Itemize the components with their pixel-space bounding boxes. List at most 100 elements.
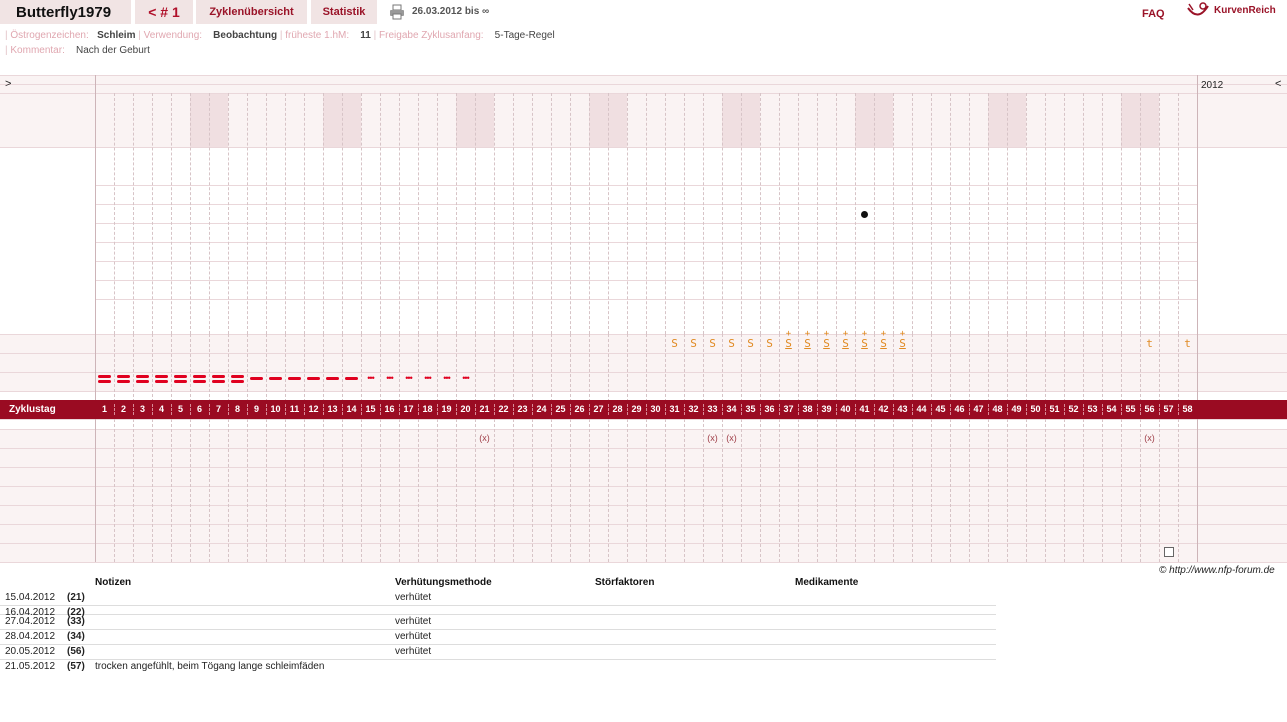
top-bar: Butterfly1979 < # 1 Zyklenübersicht Stat… [0,0,1287,26]
cycle-day-number: 13 [327,404,338,414]
cycle-day-label: Zyklustag [9,404,56,415]
day-divider [817,93,818,334]
cycle-day-number: 44 [916,404,927,414]
cell-method: verhütet [395,592,432,603]
day-divider [798,93,799,334]
day-divider [437,334,438,562]
cycle-day-separator [627,404,628,415]
cell-day: (33) [67,616,85,627]
day-divider [684,334,685,562]
chart-nav-next[interactable]: < [1275,78,1281,90]
temperature-point [861,210,868,218]
cycle-day-number: 17 [403,404,414,414]
weekend-column [342,93,361,147]
day-divider [285,93,286,334]
cycle-day-separator [1007,404,1008,415]
printer-icon[interactable] [389,4,405,20]
cycle-day-number: 33 [707,404,718,414]
day-divider [570,93,571,334]
weekend-column [475,93,494,147]
method-col-header: Verhütungsmethode [395,577,492,588]
cycle-day-number: 43 [897,404,908,414]
day-divider [627,334,628,562]
cycle-day-separator [760,404,761,415]
cell-method: verhütet [395,646,432,657]
faq-link[interactable]: FAQ [1142,8,1165,20]
day-divider [133,334,134,562]
kurvenreich-logo-icon[interactable] [1186,2,1210,20]
cycle-day-separator [532,404,533,415]
cycle-day-separator [817,404,818,415]
bleeding-heavy [136,375,149,378]
day-divider [1178,93,1179,334]
usage-value: Beobachtung [213,30,278,41]
day-divider [722,334,723,562]
cycle-day-number: 11 [289,404,300,414]
cycle-day-separator [703,404,704,415]
comment-label: Kommentar: [10,45,65,56]
cycle-day-separator [779,404,780,415]
day-divider [931,334,932,562]
day-divider [1159,334,1160,562]
cycle-select-tab[interactable]: < # 1 [135,0,194,24]
day-divider [1045,93,1046,334]
day-divider [836,334,837,562]
cycle-day-number: 37 [783,404,794,414]
cycle-day-number: 34 [726,404,737,414]
cycle-day-separator [931,404,932,415]
note-icon[interactable] [1164,547,1174,557]
cycle-day-separator [494,404,495,415]
day-divider [950,93,951,334]
cycle-day-number: 3 [139,404,145,414]
mucus-plus-mark: + [861,329,868,339]
day-divider [779,93,780,334]
day-divider [171,334,172,562]
cycle-day-separator [361,404,362,415]
cycle-day-number: 26 [574,404,585,414]
table-row: 21.05.2012 (57) trocken angefühlt, beim Tö… [0,659,996,674]
bleeding-medium [269,377,282,380]
cell-day: (57) [67,661,85,672]
cycle-day-number: 9 [253,404,259,414]
cycle-day-separator [1121,404,1122,415]
cycle-day-separator [646,404,647,415]
cycle-day-separator [133,404,134,415]
usage-label: Verwendung: [143,30,203,41]
cycle-day-number: 35 [745,404,756,414]
bleeding-heavy [155,380,168,383]
user-name-tab[interactable]: Butterfly1979 [0,0,132,24]
cycle-day-separator [874,404,875,415]
cycle-day-separator [988,404,989,415]
comment-value: Nach der Geburt [75,45,150,56]
day-divider [399,93,400,334]
bleeding-heavy [231,380,244,383]
grid-hline [0,486,1287,487]
mucus-mark: S [690,337,697,350]
intercourse-mark: (x) [726,433,737,443]
grid-hline [0,524,1287,525]
cycle-day-separator [247,404,248,415]
day-divider [152,334,153,562]
day-divider [665,334,666,562]
cycle-day-number: 50 [1030,404,1041,414]
grid-hline [0,147,1287,148]
mucus-plus-mark: + [880,329,887,339]
bleeding-heavy [155,375,168,378]
grid-hline [0,75,1287,76]
table-row: 15.04.2012 (21) verhütet [0,590,996,606]
cycle-day-separator [1178,404,1179,415]
cycle-day-number: 57 [1163,404,1174,414]
tab-cycle-overview[interactable]: Zyklenübersicht [196,0,308,24]
day-divider [171,93,172,334]
left-border [95,75,96,562]
mucus-mark: S [709,337,716,350]
chart-nav-prev[interactable]: > [5,78,11,90]
bleeding-spot: ••• [386,373,393,383]
day-divider [1064,93,1065,334]
day-divider [1026,334,1027,562]
cycle-day-separator [1159,404,1160,415]
brand-name[interactable]: KurvenReich [1214,5,1276,16]
cycle-day-number: 30 [650,404,661,414]
tab-statistics[interactable]: Statistik [311,0,378,24]
weekend-column [190,93,209,147]
